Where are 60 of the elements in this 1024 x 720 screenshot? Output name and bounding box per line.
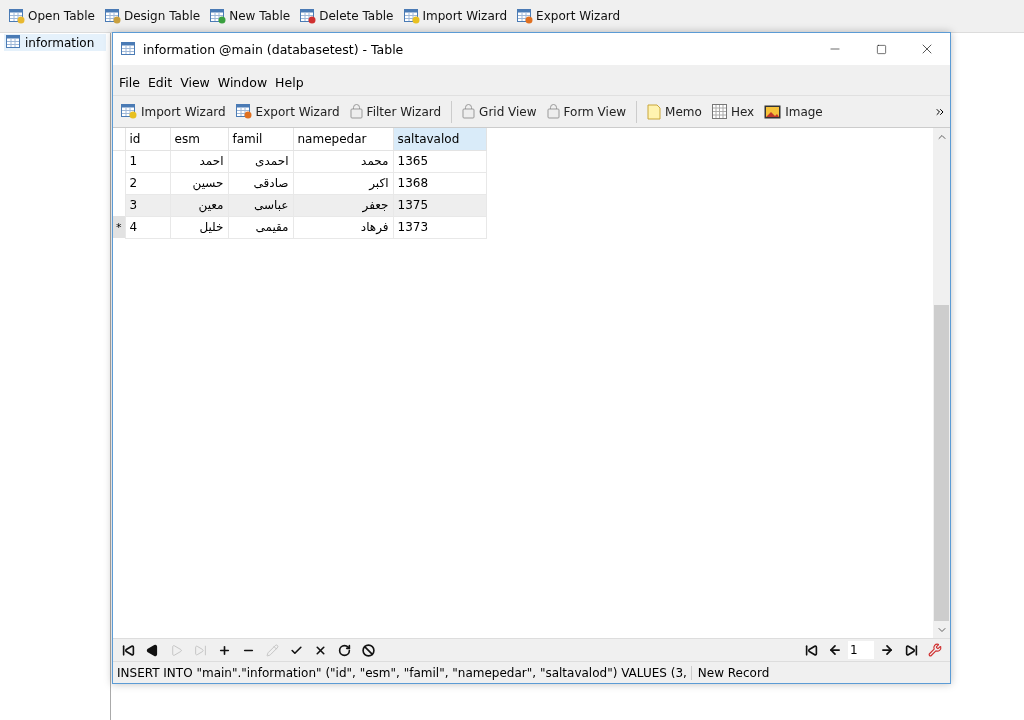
toolbar-button[interactable]: Import Wizard	[117, 102, 230, 121]
toolbar-button[interactable]: Open Table	[6, 6, 98, 26]
cancel-icon	[361, 643, 375, 657]
wrench-icon	[928, 643, 942, 657]
table-icon	[104, 8, 121, 24]
menu-item[interactable]: Help	[271, 72, 308, 92]
window-title: information @main (databasetest) - Table	[143, 41, 405, 57]
toolbar-button[interactable]: Image	[760, 102, 827, 121]
table-icon	[403, 8, 420, 24]
sql-status: INSERT INTO "main"."information" ("id", "esm", "famil", "namepedar", "saltavalod") VALUES (3,	[116, 665, 688, 680]
lock-icon	[546, 104, 560, 119]
note-icon	[647, 103, 662, 120]
table-icon	[210, 8, 227, 24]
menu-item[interactable]: Window	[213, 72, 272, 92]
toolbar-button[interactable]: Design Table	[101, 6, 204, 26]
previous-icon	[145, 643, 159, 657]
toolbar-button[interactable]: Export Wizard	[231, 102, 344, 121]
table-icon	[235, 104, 252, 119]
toolbar-button[interactable]: Export Wizard	[514, 6, 624, 26]
first-record-icon	[121, 643, 135, 657]
close-icon	[313, 643, 327, 657]
right-arrow-icon	[880, 643, 894, 657]
column-header[interactable]: namepedar	[293, 128, 393, 150]
column-header[interactable]: famil	[228, 128, 293, 150]
column-header[interactable]: saltavalod	[393, 128, 486, 150]
toolbar-button[interactable]: Grid View	[458, 102, 541, 121]
menu-item[interactable]: File	[115, 72, 144, 92]
toolbar-button[interactable]: Import Wizard	[400, 6, 511, 26]
lock-icon	[462, 104, 476, 119]
check-icon	[289, 643, 303, 657]
toolbar-button[interactable]: Delete Table	[297, 6, 397, 26]
row-marker: *	[113, 216, 125, 238]
column-header[interactable]: esm	[170, 128, 228, 150]
menu-item[interactable]: View	[176, 72, 214, 92]
toolbar-button[interactable]: New Table	[207, 6, 294, 26]
last-record-icon	[193, 643, 207, 657]
toolbar-button[interactable]: Filter Wizard	[345, 102, 446, 121]
sidebar-item[interactable]: information	[4, 34, 106, 51]
grid-icon	[711, 104, 727, 119]
table-icon	[300, 8, 317, 24]
maximize-icon	[875, 43, 887, 55]
table-icon	[121, 41, 137, 57]
pencil-icon	[265, 643, 279, 657]
next-icon	[169, 643, 183, 657]
refresh-icon	[337, 643, 351, 657]
toolbar-button[interactable]: Memo	[643, 101, 706, 122]
column-header[interactable]: id	[125, 128, 170, 150]
lock-icon	[349, 104, 363, 119]
first-page-icon	[804, 643, 818, 657]
plus-icon	[217, 643, 231, 657]
last-page-icon	[904, 643, 918, 657]
page-field[interactable]: 1	[848, 641, 874, 659]
picture-icon	[764, 104, 782, 119]
menu-item[interactable]: Edit	[143, 72, 177, 92]
record-status: New Record	[690, 665, 776, 680]
table-icon	[517, 8, 534, 24]
table-icon	[121, 104, 137, 119]
toolbar-button[interactable]: Form View	[542, 102, 631, 121]
table-icon	[9, 8, 25, 24]
toolbar-button[interactable]: Hex	[707, 102, 759, 121]
